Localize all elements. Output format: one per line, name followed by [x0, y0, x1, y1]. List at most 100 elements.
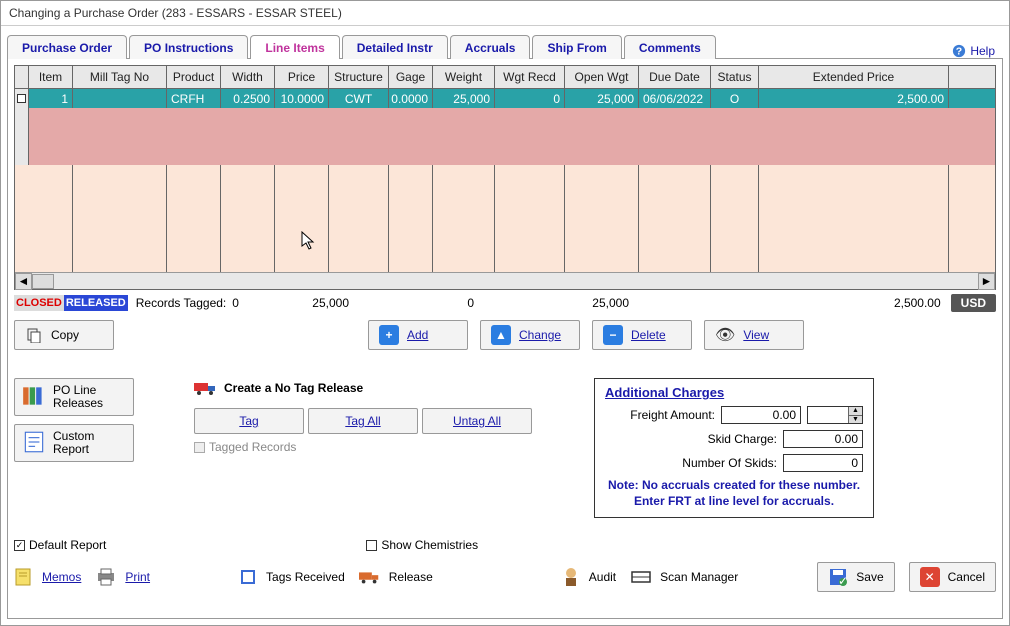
scan-manager-label: Scan Manager — [660, 570, 738, 584]
audit-button[interactable]: Audit — [561, 562, 616, 592]
window-title: Changing a Purchase Order (283 - ESSARS … — [1, 1, 1009, 26]
memos-label: Memos — [42, 570, 81, 584]
create-no-tag-label: Create a No Tag Release — [224, 381, 363, 395]
default-report-check[interactable]: Default Report — [14, 538, 106, 552]
col-item[interactable]: Item — [29, 66, 73, 88]
tab-ship-from[interactable]: Ship From — [532, 35, 621, 59]
col-gage[interactable]: Gage — [389, 66, 433, 88]
tags-received-button[interactable]: Tags Received — [238, 562, 345, 592]
tag-button[interactable]: Tag — [194, 408, 304, 434]
charges-note: Note: No accruals created for these numb… — [605, 478, 863, 509]
num-skids-label: Number Of Skids: — [605, 456, 777, 470]
custom-report-button[interactable]: Custom Report — [14, 424, 134, 462]
tagged-records-checkbox — [194, 442, 205, 453]
tab-strip: Purchase Order PO Instructions Line Item… — [7, 30, 1003, 58]
col-width[interactable]: Width — [221, 66, 275, 88]
line-items-grid[interactable]: Item Mill Tag No Product Width Price Str… — [14, 65, 996, 290]
col-wgt-recd[interactable]: Wgt Recd — [495, 66, 565, 88]
detective-icon — [561, 566, 581, 588]
tab-pane: Item Mill Tag No Product Width Price Str… — [7, 58, 1003, 619]
tag-all-label: Tag All — [345, 414, 380, 428]
scan-manager-button[interactable]: Scan Manager — [630, 562, 738, 592]
memos-button[interactable]: Memos — [14, 562, 81, 592]
col-product[interactable]: Product — [167, 66, 221, 88]
release-button[interactable]: Release — [359, 562, 433, 592]
scroll-thumb[interactable] — [32, 274, 54, 289]
skid-input[interactable] — [783, 430, 863, 448]
add-button[interactable]: + Add — [368, 320, 468, 350]
horizontal-scrollbar[interactable]: ◄ ► — [15, 272, 995, 289]
help-link[interactable]: ? Help — [952, 44, 1003, 58]
row-checkbox[interactable] — [15, 89, 29, 108]
cancel-label: Cancel — [948, 570, 985, 584]
tag-all-button[interactable]: Tag All — [308, 408, 418, 434]
empty-row — [15, 146, 995, 165]
tab-accruals[interactable]: Accruals — [450, 35, 531, 59]
untag-all-button[interactable]: Untag All — [422, 408, 532, 434]
show-chemistries-label: Show Chemistries — [381, 538, 478, 552]
show-chemistries-checkbox[interactable] — [366, 540, 377, 551]
help-label: Help — [970, 44, 995, 58]
grid-body: 1 CRFH 0.2500 10.0000 CWT 0.0000 25,000 … — [15, 89, 995, 272]
sum-wgt-recd: 0 — [401, 296, 541, 310]
col-due-date[interactable]: Due Date — [639, 66, 711, 88]
custom-report-label: Custom Report — [53, 430, 127, 456]
col-status[interactable]: Status — [711, 66, 759, 88]
tab-line-items[interactable]: Line Items — [250, 35, 339, 59]
untag-all-label: Untag All — [453, 414, 501, 428]
note-line1: Note: No accruals created for these numb… — [605, 478, 863, 494]
spin-up-icon[interactable]: ▲ — [848, 407, 862, 416]
report-icon — [21, 429, 47, 457]
footer-bar: Memos Print Tags Received Release — [14, 558, 996, 592]
cancel-button[interactable]: ✕ Cancel — [909, 562, 996, 592]
tag-label: Tag — [239, 414, 258, 428]
sum-open: 25,000 — [541, 296, 681, 310]
tab-detailed-instr[interactable]: Detailed Instr — [342, 35, 448, 59]
action-row: Copy + Add ▲ Change − Delete 👁 View — [14, 320, 996, 350]
create-no-tag-release[interactable]: Create a No Tag Release — [194, 378, 534, 398]
truck-icon — [359, 568, 381, 586]
tagged-records-check: Tagged Records — [194, 440, 534, 454]
cell-structure: CWT — [329, 89, 389, 108]
scroll-track[interactable] — [32, 273, 978, 290]
tagged-records-label: Tagged Records — [209, 440, 296, 454]
audit-label: Audit — [589, 570, 616, 584]
spin-down-icon[interactable]: ▼ — [848, 416, 862, 424]
col-price[interactable]: Price — [275, 66, 329, 88]
tag-column: Create a No Tag Release Tag Tag All Unta… — [194, 378, 534, 454]
save-button[interactable]: ✓ Save — [817, 562, 894, 592]
show-chemistries-check[interactable]: Show Chemistries — [366, 538, 478, 552]
col-mill-tag[interactable]: Mill Tag No — [73, 66, 167, 88]
badge-released: RELEASED — [64, 295, 128, 311]
cell-wgt-recd: 0 — [495, 89, 565, 108]
delete-button[interactable]: − Delete — [592, 320, 692, 350]
tab-purchase-order[interactable]: Purchase Order — [7, 35, 127, 59]
cell-product: CRFH — [167, 89, 221, 108]
tab-comments[interactable]: Comments — [624, 35, 716, 59]
po-line-releases-button[interactable]: PO Line Releases — [14, 378, 134, 416]
table-row[interactable]: 1 CRFH 0.2500 10.0000 CWT 0.0000 25,000 … — [15, 89, 995, 108]
print-button[interactable]: Print — [95, 562, 150, 592]
num-skids-input[interactable] — [783, 454, 863, 472]
scroll-left-arrow[interactable]: ◄ — [15, 273, 32, 290]
tab-po-instructions[interactable]: PO Instructions — [129, 35, 248, 59]
copy-button[interactable]: Copy — [14, 320, 114, 350]
cell-mill — [73, 89, 167, 108]
change-button[interactable]: ▲ Change — [480, 320, 580, 350]
sum-ext: 2,500.00 — [861, 296, 941, 310]
col-extended-price[interactable]: Extended Price — [759, 66, 949, 88]
freight-input[interactable] — [721, 406, 801, 424]
view-label: View — [743, 328, 769, 342]
col-open-wgt[interactable]: Open Wgt — [565, 66, 639, 88]
col-weight[interactable]: Weight — [433, 66, 495, 88]
cell-gage: 0.0000 — [389, 89, 433, 108]
scroll-right-arrow[interactable]: ► — [978, 273, 995, 290]
view-button[interactable]: 👁 View — [704, 320, 804, 350]
col-structure[interactable]: Structure — [329, 66, 389, 88]
help-icon: ? — [952, 44, 966, 58]
default-report-checkbox[interactable] — [14, 540, 25, 551]
print-label: Print — [125, 570, 150, 584]
freight-spinner[interactable]: ▲▼ — [807, 406, 863, 424]
printer-icon — [95, 567, 117, 587]
change-label: Change — [519, 328, 561, 342]
